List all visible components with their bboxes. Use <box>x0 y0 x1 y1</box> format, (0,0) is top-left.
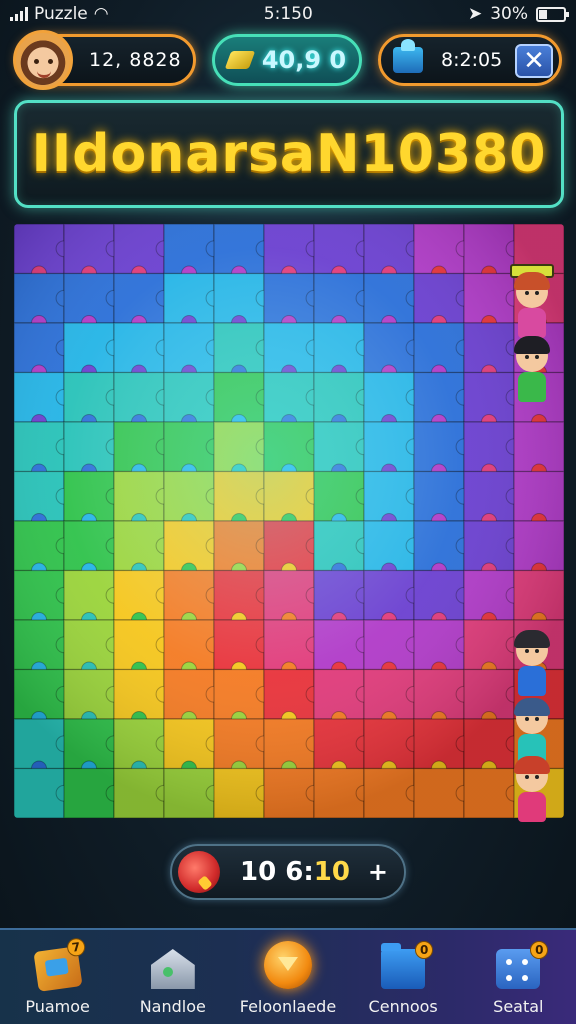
carrier-name: Puzzle <box>34 4 88 24</box>
signal-icon <box>10 7 28 21</box>
nav-item-puamoe[interactable]: 7 Puamoe <box>3 937 113 1016</box>
nav-item-cennoos[interactable]: 0 Cennoos <box>348 941 458 1016</box>
coins-pill[interactable]: 40,9 0 <box>212 34 362 86</box>
nav-badge: 0 <box>530 941 549 959</box>
nav-label: Cennoos <box>368 997 438 1016</box>
nav-badge: 7 <box>65 937 86 958</box>
wifi-icon: ◠ <box>93 4 109 24</box>
player-avatar[interactable] <box>13 30 73 90</box>
player-score: 12, 8828 <box>89 49 182 71</box>
status-bar: Puzzle ◠ 5:150 ➤ 30% <box>0 0 576 28</box>
player-profile-pill[interactable]: 12, 8828 <box>13 30 196 90</box>
top-timer: 8:2:05 <box>441 49 503 71</box>
timer-accent: 10 <box>313 857 350 887</box>
dice-icon: 0 <box>496 941 549 989</box>
nav-label: Seatal <box>493 997 544 1016</box>
character-party-hat[interactable] <box>510 630 554 704</box>
treasure-box-icon[interactable] <box>393 39 423 73</box>
nav-item-feloonlaede[interactable]: Feloonlaede <box>233 941 343 1016</box>
coin-count: 40,9 0 <box>261 46 347 74</box>
level-title: IIdonarsaN10380 <box>31 124 547 184</box>
folder-icon: 0 <box>381 941 434 989</box>
timer-pill: 8:2:05 ✕ <box>378 34 562 86</box>
character-green-shirt[interactable] <box>510 336 554 410</box>
battery-icon <box>536 6 569 22</box>
nav-item-nandloe[interactable]: Nandloe <box>118 949 228 1016</box>
nav-item-seatal[interactable]: 0 Seatal <box>463 941 573 1016</box>
top-hud: 12, 8828 40,9 0 8:2:05 ✕ <box>0 30 576 90</box>
rocket-icon[interactable] <box>178 851 220 893</box>
character-red-hair[interactable] <box>510 756 554 830</box>
title-banner: IIdonarsaN10380 <box>14 100 564 208</box>
move-timer-bar: 10 6:10 + <box>170 844 406 900</box>
gem-icon <box>224 51 256 69</box>
puzzle-board[interactable] <box>14 224 564 818</box>
puzzle-grid[interactable] <box>14 224 564 818</box>
puzzle-box-icon: 7 <box>33 937 86 992</box>
add-time-button[interactable]: + <box>368 858 388 886</box>
timer-main: 10 6: <box>240 857 314 887</box>
status-time: 5:150 <box>263 4 313 24</box>
house-icon <box>150 949 195 989</box>
status-right: ➤ 30% <box>467 4 569 24</box>
status-left: Puzzle ◠ <box>10 4 109 24</box>
close-button[interactable]: ✕ <box>515 44 553 78</box>
nav-label: Nandloe <box>139 997 206 1016</box>
orb-icon <box>263 941 312 989</box>
battery-percent: 30% <box>490 4 528 24</box>
board-glow-overlay <box>14 224 564 818</box>
character-stack <box>504 256 560 822</box>
nav-label: Feloonlaede <box>239 997 337 1016</box>
move-timer-value: 10 6:10 <box>240 857 350 887</box>
bottom-nav: 7 Puamoe Nandloe Feloonlaede 0 Cennoos 0… <box>0 928 576 1024</box>
nav-badge: 0 <box>415 941 434 959</box>
nav-label: Puamoe <box>25 997 90 1016</box>
location-icon: ➤ <box>467 4 483 24</box>
